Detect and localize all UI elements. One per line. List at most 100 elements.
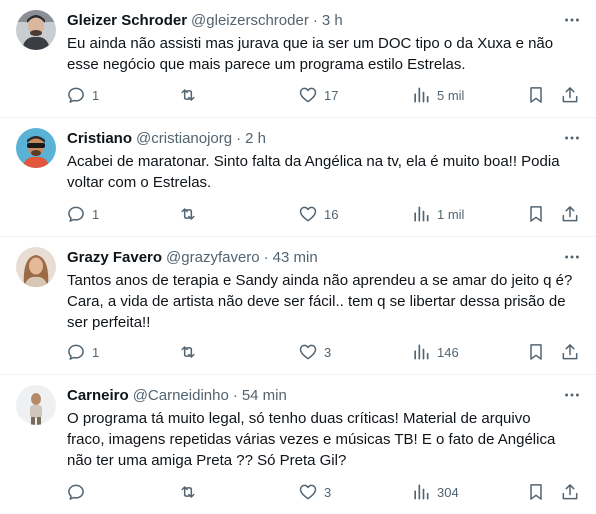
avatar-image xyxy=(16,10,56,50)
action-bar: 3 304 xyxy=(60,480,590,504)
more-icon[interactable] xyxy=(562,128,582,148)
bookmark-button[interactable] xyxy=(526,202,546,226)
author-handle[interactable]: @Carneidinho xyxy=(133,387,229,404)
tweet-text-line: não ter uma amiga Preta ?? Só Preta Gil? xyxy=(67,452,347,469)
retweet-button[interactable] xyxy=(178,202,204,226)
bookmark-icon xyxy=(530,206,542,222)
tweet-text: Acabei de maratonar. Sinto falta da Angé… xyxy=(67,151,567,193)
heart-icon xyxy=(299,344,317,360)
author-name[interactable]: Grazy Favero xyxy=(67,249,162,266)
tweet-text-line: Tantos anos de terapia e Sandy ainda não… xyxy=(67,272,573,289)
like-button[interactable]: 16 xyxy=(298,202,338,226)
tweet[interactable]: Carneiro @Carneidinho · 54 min O program… xyxy=(0,375,596,514)
tweet-text: Tantos anos de terapia e Sandy ainda não… xyxy=(67,270,573,333)
author-handle[interactable]: @cristianojorg xyxy=(136,130,232,147)
reply-count: 1 xyxy=(92,87,100,103)
action-bar: 1 17 5 mil xyxy=(60,83,590,107)
views-button[interactable]: 1 mil xyxy=(411,202,464,226)
more-icon[interactable] xyxy=(562,247,582,267)
reply-icon xyxy=(68,206,84,222)
views-button[interactable]: 5 mil xyxy=(411,83,464,107)
reply-count: 1 xyxy=(92,206,100,222)
action-bar: 1 16 1 mil xyxy=(60,202,590,226)
share-button[interactable] xyxy=(560,202,580,226)
reply-button[interactable]: 1 xyxy=(66,202,99,226)
more-icon[interactable] xyxy=(562,385,582,405)
avatar[interactable] xyxy=(16,10,56,50)
timestamp[interactable]: 2 h xyxy=(245,130,266,147)
bookmark-button[interactable] xyxy=(526,480,546,504)
action-bar: 1 3 146 xyxy=(60,340,590,364)
like-button[interactable]: 17 xyxy=(298,83,338,107)
avatar[interactable] xyxy=(16,128,56,168)
bookmark-icon xyxy=(530,484,542,500)
retweet-button[interactable] xyxy=(178,340,204,364)
like-count: 17 xyxy=(324,87,339,103)
reply-count: 1 xyxy=(92,344,100,360)
views-icon xyxy=(414,206,429,222)
views-count: 304 xyxy=(437,484,459,500)
tweet-header: Grazy Favero @grazyfavero · 43 min xyxy=(67,247,318,267)
views-button[interactable]: 146 xyxy=(411,340,459,364)
reply-button[interactable] xyxy=(66,480,92,504)
author-handle[interactable]: @gleizerschroder xyxy=(191,12,309,29)
tweet-text-line: voltar com o Estrelas. xyxy=(67,174,212,191)
views-icon xyxy=(414,484,429,500)
tweet-text: O programa tá muito legal, só tenho duas… xyxy=(67,408,567,471)
bookmark-button[interactable] xyxy=(526,340,546,364)
views-icon xyxy=(414,344,429,360)
tweet-header: Gleizer Schroder @gleizerschroder · 3 h xyxy=(67,10,343,30)
views-icon xyxy=(414,87,429,103)
tweet[interactable]: Gleizer Schroder @gleizerschroder · 3 h … xyxy=(0,0,596,118)
retweet-icon xyxy=(181,208,195,220)
share-button[interactable] xyxy=(560,340,580,364)
timestamp[interactable]: 43 min xyxy=(273,249,318,266)
views-count: 1 mil xyxy=(437,206,465,222)
retweet-button[interactable] xyxy=(178,480,204,504)
share-icon xyxy=(562,484,578,500)
tweet-text-line: fraco, imagens repetidas várias vezes e … xyxy=(67,431,556,448)
share-icon xyxy=(562,344,578,360)
avatar[interactable] xyxy=(16,247,56,287)
timestamp[interactable]: 54 min xyxy=(242,387,287,404)
retweet-icon xyxy=(181,486,195,498)
share-button[interactable] xyxy=(560,83,580,107)
separator-dot: · xyxy=(236,129,242,147)
retweet-button[interactable] xyxy=(178,83,204,107)
reply-button[interactable]: 1 xyxy=(66,340,99,364)
tweet-header: Cristiano @cristianojorg · 2 h xyxy=(67,128,266,148)
like-button[interactable]: 3 xyxy=(298,340,331,364)
author-handle[interactable]: @grazyfavero xyxy=(166,249,260,266)
like-count: 16 xyxy=(324,206,339,222)
bookmark-icon xyxy=(530,344,542,360)
tweet[interactable]: Cristiano @cristianojorg · 2 h Acabei de… xyxy=(0,118,596,237)
reply-button[interactable]: 1 xyxy=(66,83,99,107)
tweet-text-line: Cara, a vida de artista não deve ser fác… xyxy=(67,293,566,310)
share-icon xyxy=(562,206,578,222)
views-button[interactable]: 304 xyxy=(411,480,459,504)
separator-dot: · xyxy=(263,248,269,266)
bookmark-button[interactable] xyxy=(526,83,546,107)
heart-icon xyxy=(299,206,317,222)
tweet[interactable]: Grazy Favero @grazyfavero · 43 min Tanto… xyxy=(0,237,596,375)
separator-dot: · xyxy=(232,386,238,404)
retweet-icon xyxy=(181,346,195,358)
like-count: 3 xyxy=(324,344,332,360)
tweet-header: Carneiro @Carneidinho · 54 min xyxy=(67,385,287,405)
reply-icon xyxy=(68,344,84,360)
views-count: 5 mil xyxy=(437,87,465,103)
tweet-text-line: esse negócio que mais parece um programa… xyxy=(67,56,466,73)
reply-icon xyxy=(68,87,84,103)
tweet-text-line: O programa tá muito legal, só tenho duas… xyxy=(67,410,531,427)
bookmark-icon xyxy=(530,87,542,103)
views-count: 146 xyxy=(437,344,459,360)
like-button[interactable]: 3 xyxy=(298,480,331,504)
author-name[interactable]: Carneiro xyxy=(67,387,129,404)
avatar[interactable] xyxy=(16,385,56,425)
more-icon[interactable] xyxy=(562,10,582,30)
author-name[interactable]: Cristiano xyxy=(67,130,132,147)
author-name[interactable]: Gleizer Schroder xyxy=(67,12,187,29)
like-count: 3 xyxy=(324,484,332,500)
share-button[interactable] xyxy=(560,480,580,504)
timestamp[interactable]: 3 h xyxy=(322,12,343,29)
